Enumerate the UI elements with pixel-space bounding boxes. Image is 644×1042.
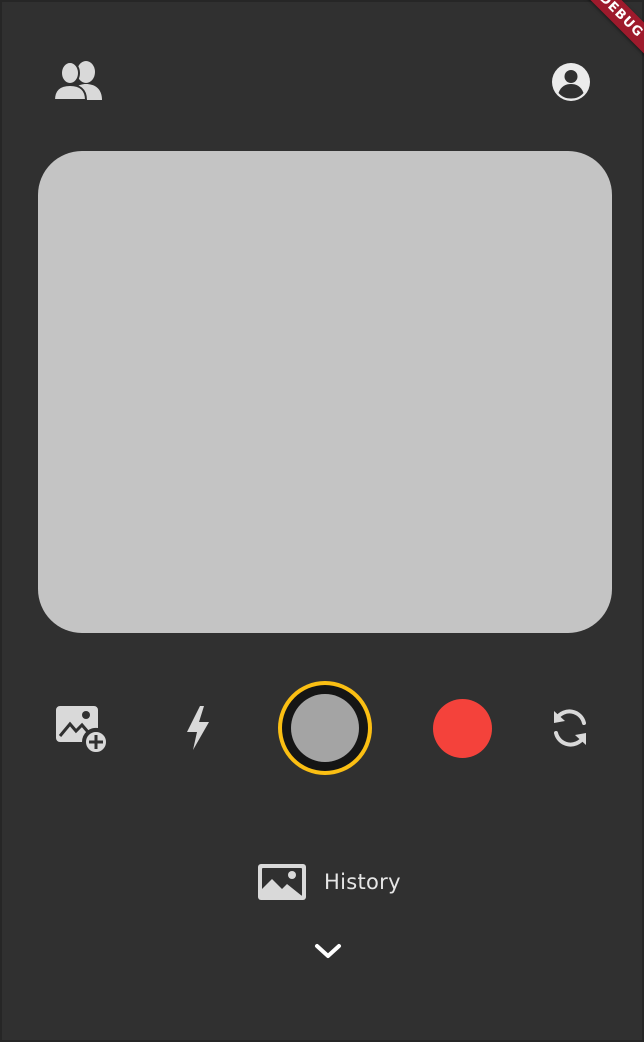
- flash-icon: [187, 706, 209, 750]
- account-circle-icon: [552, 63, 590, 101]
- record-button[interactable]: [433, 699, 492, 758]
- camera-preview: [38, 151, 612, 633]
- camera-screen: History DEBUG: [0, 0, 644, 1042]
- flash-button[interactable]: [176, 700, 220, 756]
- profile-button[interactable]: [548, 60, 594, 104]
- history-label: History: [324, 870, 401, 894]
- image-icon: [258, 864, 306, 900]
- add-photo-icon: [56, 706, 108, 754]
- people-icon: [52, 61, 102, 101]
- debug-banner-label: DEBUG: [596, 0, 644, 41]
- chevron-down-icon: [315, 944, 341, 958]
- flip-camera-button[interactable]: [546, 704, 594, 752]
- shutter-core: [291, 694, 359, 762]
- debug-banner: DEBUG: [561, 0, 644, 63]
- expand-button[interactable]: [310, 936, 346, 966]
- shutter-button[interactable]: [278, 681, 372, 775]
- flip-camera-icon: [554, 709, 586, 747]
- add-photo-button[interactable]: [52, 702, 110, 756]
- shutter-ring: [282, 685, 368, 771]
- history-button[interactable]: History: [256, 860, 401, 904]
- friends-button[interactable]: [52, 58, 106, 106]
